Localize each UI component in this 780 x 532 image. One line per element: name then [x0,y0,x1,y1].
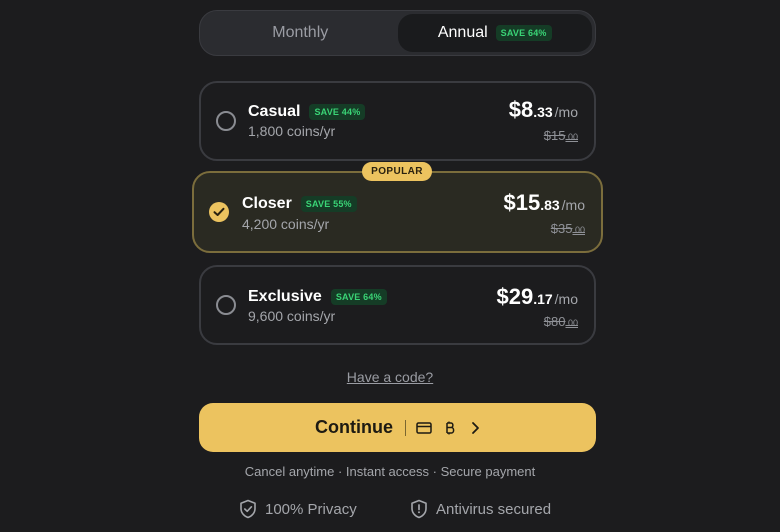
plan-casual-price-unit: /mo [554,104,578,120]
footer-guarantees: Cancel anytime · Instant access · Secure… [244,464,536,479]
plan-closer-old-price-cents: .00 [572,225,585,235]
plan-exclusive-coins: 9,600 coins/yr [248,308,336,324]
plan-closer-price-cents: .83 [540,197,560,213]
annual-save-badge: SAVE 64% [495,25,552,41]
code-link-row: Have a code? [0,369,780,385]
continue-button[interactable]: Continue [199,403,596,452]
plan-casual-old-price-main: $15 [543,128,566,143]
plan-casual-old-price: $15.00 [544,128,578,143]
plan-exclusive-price: $29.17/mo [496,284,578,310]
plan-casual-name: Casual [248,103,301,120]
credit-card-icon [416,421,432,434]
popular-badge: POPULAR [362,162,432,181]
billing-toggle: Monthly Annual SAVE 64% [199,10,596,56]
plan-casual[interactable]: Casual SAVE 44% 1,800 coins/yr $8.33/mo … [199,81,596,161]
plan-closer-radio[interactable] [209,202,229,222]
tab-annual[interactable]: Annual SAVE 64% [397,14,592,52]
checkmark-icon [213,207,225,216]
privacy-badge: 100% Privacy [239,499,357,519]
plan-closer[interactable]: Closer SAVE 55% 4,200 coins/yr $15.83/mo… [192,171,603,253]
plan-closer-old-price: $35.00 [551,221,585,236]
privacy-label: 100% Privacy [265,500,357,518]
plan-casual-old-price-cents: .00 [565,132,578,142]
plan-casual-price-cents: .33 [533,104,553,120]
plan-closer-price-unit: /mo [561,197,585,213]
plan-exclusive-price-main: $29 [496,284,534,309]
plan-exclusive-old-price: $80.00 [544,314,578,329]
plan-exclusive-title: Exclusive SAVE 64% [248,288,387,306]
plan-casual-save-badge: SAVE 44% [309,104,366,120]
plan-closer-old-price-main: $35 [550,221,573,236]
plan-casual-price-main: $8 [508,97,534,122]
tab-monthly[interactable]: Monthly [203,14,398,52]
plan-closer-name: Closer [242,195,292,212]
plan-exclusive-old-price-main: $80 [543,314,566,329]
have-a-code-link[interactable]: Have a code? [347,369,433,385]
tab-annual-label: Annual [437,24,488,41]
plan-exclusive-price-cents: .17 [533,291,553,307]
shield-check-icon [240,499,256,519]
bitcoin-icon [446,421,455,434]
plan-casual-price: $8.33/mo [509,97,578,123]
tab-monthly-label: Monthly [272,24,329,41]
plan-exclusive-price-unit: /mo [554,291,578,307]
continue-label: Continue [315,417,393,437]
plan-closer-price: $15.83/mo [503,190,585,216]
plan-exclusive[interactable]: Exclusive SAVE 64% 9,600 coins/yr $29.17… [199,265,596,345]
shield-alert-icon [411,499,427,519]
plan-exclusive-old-price-cents: .00 [565,318,578,328]
plan-closer-coins: 4,200 coins/yr [242,216,330,232]
antivirus-badge: Antivirus secured [410,499,551,519]
antivirus-label: Antivirus secured [436,500,552,518]
plan-casual-coins: 1,800 coins/yr [248,123,336,139]
chevron-right-icon [472,421,479,434]
plan-casual-title: Casual SAVE 44% [248,103,366,121]
plan-closer-save-badge: SAVE 55% [300,196,357,212]
plan-closer-title: Closer SAVE 55% [242,195,357,213]
plan-exclusive-radio[interactable] [216,295,236,315]
continue-divider [405,419,406,436]
plan-closer-price-main: $15 [503,190,541,215]
plan-casual-radio[interactable] [216,111,236,131]
plan-exclusive-save-badge: SAVE 64% [330,289,387,305]
plan-exclusive-name: Exclusive [248,288,322,305]
